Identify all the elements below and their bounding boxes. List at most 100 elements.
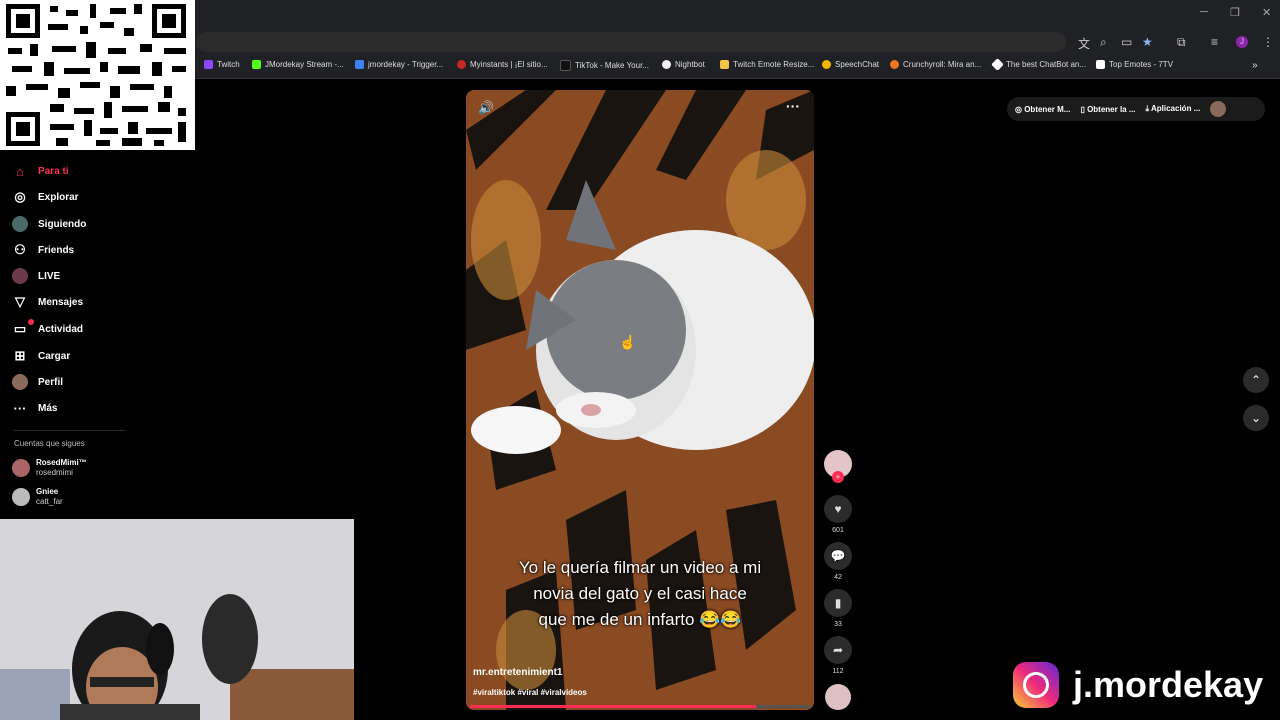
send-icon: ▽ bbox=[15, 294, 25, 309]
notification-dot bbox=[28, 319, 34, 325]
sidebar-item-label: Siguiendo bbox=[38, 218, 87, 230]
follow-plus-icon[interactable]: + bbox=[832, 471, 844, 483]
get-app-button[interactable]: ▯ Obtener la ... bbox=[1080, 105, 1135, 114]
user-avatar[interactable] bbox=[1210, 101, 1227, 117]
account-handle: catt_far bbox=[36, 497, 63, 506]
caption-line: Yo le quería filmar un video a mi bbox=[518, 558, 762, 577]
kick-icon bbox=[252, 60, 261, 69]
heart-icon[interactable]: ♥ bbox=[824, 495, 852, 523]
more-icon: ··· bbox=[13, 400, 27, 416]
video-author[interactable]: mr.entretenimient1 bbox=[473, 667, 562, 678]
restore-icon[interactable]: ❐ bbox=[1230, 6, 1240, 19]
followed-account[interactable]: RosedMimi™ rosedmimi bbox=[12, 458, 87, 478]
sidebar-item-label: LIVE bbox=[38, 270, 61, 282]
upload-icon: ⊞ bbox=[14, 348, 26, 363]
sidebar-divider bbox=[14, 430, 126, 431]
share-count: 112 bbox=[832, 668, 844, 675]
bookmark-item[interactable]: TikTok - Make Your... bbox=[560, 60, 649, 71]
video-progress-bar[interactable] bbox=[470, 705, 810, 708]
sidebar-item-actividad[interactable]: ▭ Actividad bbox=[12, 321, 83, 337]
sidebar-item-siguiendo[interactable]: Siguiendo bbox=[12, 216, 86, 232]
bookmark-label: Top Emotes - 7TV bbox=[1109, 60, 1174, 69]
bookmark-star-icon[interactable]: ★ bbox=[1142, 35, 1153, 49]
bookmark-item[interactable]: The best ChatBot an... bbox=[991, 58, 1087, 71]
video-caption: Yo le quería filmar un video a mi novia … bbox=[480, 555, 800, 633]
comment-count: 42 bbox=[834, 574, 842, 581]
sidebar-item-perfil[interactable]: Perfil bbox=[12, 374, 63, 390]
cast-icon[interactable]: ▭ bbox=[1121, 35, 1132, 49]
sidebar-item-para-ti[interactable]: ⌂ Para ti bbox=[12, 163, 69, 179]
omnibox[interactable] bbox=[196, 32, 1066, 52]
bookmark-item[interactable]: Twitch Emote Resize... bbox=[720, 60, 814, 69]
save-button[interactable]: ▮ 33 bbox=[822, 589, 854, 628]
sound-disc[interactable] bbox=[822, 684, 854, 710]
emote-icon bbox=[720, 60, 729, 69]
bookmark-item[interactable]: SpeechChat bbox=[822, 60, 879, 69]
bookmark-label: SpeechChat bbox=[835, 60, 880, 69]
sidebar-item-mensajes[interactable]: ▽ Mensajes bbox=[12, 294, 83, 310]
friends-icon: ⚇ bbox=[14, 242, 26, 257]
comment-button[interactable]: 💬 42 bbox=[822, 542, 854, 581]
bookmark-item[interactable]: Myinstants | ¡El sitio... bbox=[457, 60, 548, 69]
previous-video-button[interactable]: ⌃ bbox=[1243, 367, 1269, 393]
sidebar-item-live[interactable]: LIVE bbox=[12, 268, 60, 284]
bookmark-item[interactable]: JMordekay Stream -... bbox=[252, 60, 344, 69]
twitch-icon bbox=[204, 60, 213, 69]
extensions-icon[interactable]: ⧉ bbox=[1177, 35, 1186, 50]
close-icon[interactable]: ✕ bbox=[1262, 6, 1271, 19]
crunchyroll-icon bbox=[890, 60, 899, 69]
sidebar-item-label: Más bbox=[38, 402, 58, 414]
streamer-branding: j.mordekay bbox=[1013, 662, 1263, 708]
translate-icon[interactable]: 文 bbox=[1078, 35, 1090, 52]
trigger-icon bbox=[355, 60, 364, 69]
sidebar-item-label: Para ti bbox=[38, 165, 69, 177]
bookmark-label: jmordekay - Trigger... bbox=[368, 60, 444, 69]
bookmark-item[interactable]: jmordekay - Trigger... bbox=[355, 60, 443, 69]
webcam-overlay bbox=[0, 519, 354, 720]
sidebar-item-friends[interactable]: ⚇ Friends bbox=[12, 242, 74, 258]
bookmark-label: The best ChatBot an... bbox=[1006, 60, 1087, 69]
bookmark-item[interactable]: Twitch bbox=[204, 60, 240, 69]
comment-icon[interactable]: 💬 bbox=[824, 542, 852, 570]
avatar bbox=[12, 459, 30, 477]
bookmark-label: Myinstants | ¡El sitio... bbox=[470, 60, 548, 69]
button-label: Obtener M... bbox=[1024, 104, 1071, 114]
live-icon bbox=[12, 268, 28, 284]
bookmark-item[interactable]: Crunchyroll: Mira an... bbox=[890, 60, 981, 69]
get-coins-button[interactable]: ◎ Obtener M... bbox=[1015, 105, 1070, 114]
volume-icon[interactable]: 🔊 bbox=[478, 100, 494, 116]
sidebar-item-cargar[interactable]: ⊞ Cargar bbox=[12, 348, 71, 364]
bookmarks-overflow-icon[interactable]: » bbox=[1252, 60, 1258, 71]
menu-icon[interactable]: ⋮ bbox=[1262, 35, 1274, 49]
bookmark-icon[interactable]: ▮ bbox=[824, 589, 852, 617]
followed-account[interactable]: Gniee catt_far bbox=[12, 487, 63, 507]
sidebar-item-explorar[interactable]: ◎ Explorar bbox=[12, 189, 78, 205]
creator-avatar[interactable]: + bbox=[822, 450, 854, 483]
profile-avatar[interactable]: J bbox=[1236, 36, 1248, 48]
minimize-icon[interactable]: ─ bbox=[1200, 6, 1208, 18]
nightbot-icon bbox=[662, 60, 671, 69]
more-options-icon[interactable]: ··· bbox=[786, 98, 800, 114]
like-button[interactable]: ♥ 601 bbox=[822, 495, 854, 534]
sidebar-item-label: Mensajes bbox=[38, 296, 84, 308]
progress-fill bbox=[470, 705, 756, 708]
share-icon[interactable]: ➦ bbox=[824, 636, 852, 664]
sidebar-item-label: Perfil bbox=[38, 376, 64, 388]
chatbot-icon bbox=[991, 58, 1004, 71]
following-icon bbox=[12, 216, 28, 232]
button-label: Aplicación ... bbox=[1151, 104, 1201, 113]
activity-icon: ▭ bbox=[13, 321, 27, 336]
music-disc-icon[interactable] bbox=[825, 684, 851, 710]
bookmark-item[interactable]: Nightbot bbox=[662, 60, 705, 69]
cursor-icon: ☝ bbox=[619, 334, 637, 350]
next-video-button[interactable]: ⌄ bbox=[1243, 405, 1269, 431]
zoom-icon[interactable]: ⌕ bbox=[1100, 35, 1107, 50]
sidebar-item-mas[interactable]: ··· Más bbox=[12, 400, 58, 416]
compass-icon: ◎ bbox=[14, 189, 26, 204]
video-hashtags[interactable]: #viraltiktok #viral #viralvideos bbox=[473, 688, 587, 697]
share-button[interactable]: ➦ 112 bbox=[822, 636, 854, 675]
media-icon[interactable]: ≡ bbox=[1211, 35, 1218, 49]
caption-line: novia del gato y el casi hace bbox=[533, 584, 747, 603]
bookmark-item[interactable]: Top Emotes - 7TV bbox=[1096, 60, 1173, 69]
desktop-app-button[interactable]: ⤓ Aplicación ... bbox=[1146, 104, 1201, 114]
